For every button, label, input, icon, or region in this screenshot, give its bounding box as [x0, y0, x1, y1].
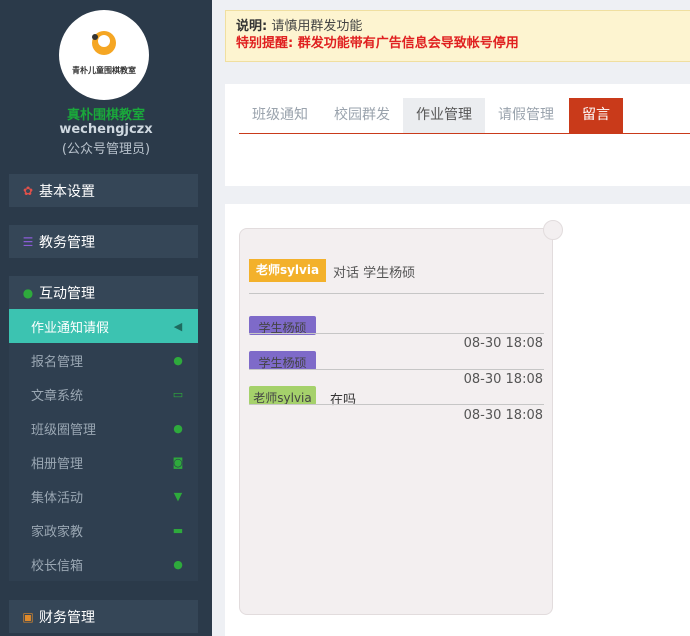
menu-label: 基本设置 [39, 183, 95, 200]
sidebar-item-articles[interactable]: 文章系统 ▭ [9, 377, 198, 411]
tab-homework[interactable]: 作业管理 [403, 98, 485, 133]
sidebar-item-label: 文章系统 [31, 388, 84, 404]
sidebar-item-registration[interactable]: 报名管理 ● [9, 343, 198, 377]
logo-text: 青朴儿童围棋教室 [72, 66, 136, 75]
gear-icon: ✿ [22, 183, 34, 198]
sidebar-item-label: 集体活动 [31, 490, 84, 506]
sidebar-item-label: 相册管理 [31, 456, 84, 472]
notice-warning: 特别提醒: 群发功能带有广告信息会导致帐号停用 [236, 36, 519, 51]
account-name: wechengjczx [59, 122, 153, 137]
logo-icon [92, 31, 116, 55]
money-icon: ▣ [22, 609, 34, 624]
tab-messages[interactable]: 留言 [569, 98, 623, 133]
menu-label: 财务管理 [39, 609, 95, 626]
sidebar-item-label: 家政家教 [31, 524, 84, 540]
tab-bar: 班级通知 校园群发 作业管理 请假管理 留言 [239, 98, 623, 133]
menu-finance[interactable]: ▣ 财务管理 [9, 600, 198, 633]
wechat-icon: ● [22, 285, 34, 300]
notice-text: 请慎用群发功能 [271, 19, 363, 34]
message-divider [249, 333, 544, 334]
tab-underline [239, 133, 690, 134]
monitor-icon: ▭ [172, 387, 184, 401]
camera-icon: ◙ [172, 455, 184, 469]
sidebar-item-mailbox[interactable]: 校长信箱 ● [9, 547, 198, 581]
menu-label: 教务管理 [39, 234, 95, 251]
chat-icon: ● [173, 353, 183, 367]
trophy-icon: ▼ [173, 489, 183, 503]
conversation-title: 对话 学生杨硕 [333, 266, 416, 281]
sidebar-item-label: 报名管理 [31, 354, 84, 370]
chat-icon: ● [173, 421, 183, 435]
sender-tag: 老师sylvia [249, 386, 316, 405]
close-icon[interactable] [543, 220, 563, 240]
sender-tag: 学生杨硕 [249, 351, 316, 370]
message-time: 08-30 18:08 [463, 372, 543, 387]
menu-academic[interactable]: ☰ 教务管理 [9, 225, 198, 258]
school-name: 真朴围棋教室 [66, 108, 145, 123]
sidebar-item-label: 校长信箱 [31, 558, 84, 574]
sidebar-item-album[interactable]: 相册管理 ◙ [9, 445, 198, 479]
notice-box: 说明: 请慎用群发功能 特别提醒: 群发功能带有广告信息会导致帐号停用 [225, 10, 690, 62]
sidebar-item-activities[interactable]: 集体活动 ▼ [9, 479, 198, 513]
sidebar-item-tutoring[interactable]: 家政家教 ▬ [9, 513, 198, 547]
interaction-submenu: 作业通知请假 ◀ 报名管理 ● 文章系统 ▭ 班级圈管理 ● 相册管理 ◙ 集体… [9, 309, 198, 581]
tab-class-notice[interactable]: 班级通知 [239, 98, 321, 133]
sidebar: 青朴儿童围棋教室 真朴围棋教室 wechengjczx (公众号管理员) ✿ 基… [0, 0, 212, 636]
menu-label: 互动管理 [39, 285, 95, 302]
menu-interaction[interactable]: ● 互动管理 [9, 276, 198, 309]
teacher-tag: 老师sylvia [249, 259, 326, 282]
tab-leave[interactable]: 请假管理 [485, 98, 567, 133]
sidebar-item-class-circle[interactable]: 班级圈管理 ● [9, 411, 198, 445]
tab-campus-broadcast[interactable]: 校园群发 [321, 98, 403, 133]
sidebar-item-homework[interactable]: 作业通知请假 ◀ [9, 309, 198, 343]
message-body: 在吗 [330, 393, 357, 408]
message-time: 08-30 18:08 [463, 336, 543, 351]
sidebar-item-label: 作业通知请假 [31, 320, 110, 336]
divider [249, 293, 544, 294]
account-role: (公众号管理员) [61, 142, 151, 157]
database-icon: ☰ [22, 234, 34, 249]
logo: 青朴儿童围棋教室 [59, 10, 149, 100]
chat-card: 老师sylvia 对话 学生杨硕 学生杨硕 08-30 18:08 学生杨硕 0… [239, 228, 553, 615]
coffee-icon: ▬ [172, 523, 184, 537]
notice-label: 说明: [236, 19, 268, 34]
message-divider [249, 369, 544, 370]
message-time: 08-30 18:08 [463, 408, 543, 423]
notice-line: 说明: 请慎用群发功能 [236, 18, 684, 35]
tabs-panel: 班级通知 校园群发 作业管理 请假管理 留言 [225, 84, 690, 186]
sidebar-item-label: 班级圈管理 [31, 422, 97, 438]
megaphone-icon: ◀ [173, 319, 183, 333]
chat-icon: ● [173, 557, 183, 571]
message-divider [249, 404, 544, 405]
menu-basic-settings[interactable]: ✿ 基本设置 [9, 174, 198, 207]
content-panel: 老师sylvia 对话 学生杨硕 学生杨硕 08-30 18:08 学生杨硕 0… [225, 204, 690, 636]
